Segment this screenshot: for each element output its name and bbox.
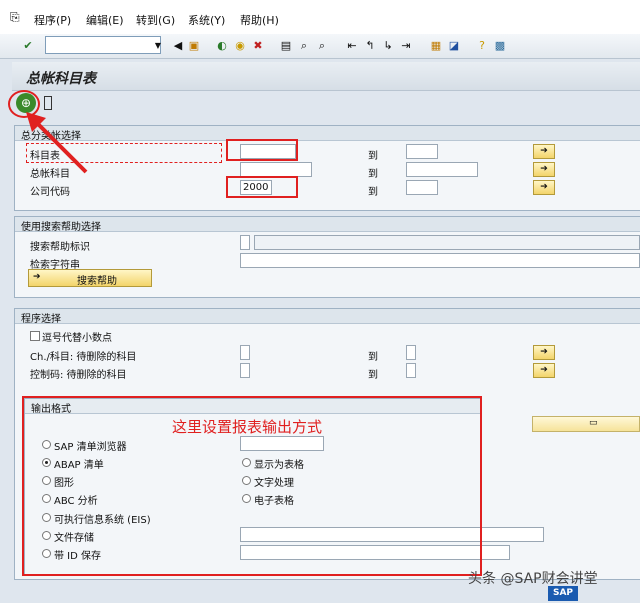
group-title: 使用搜索帮助选择 [21,222,101,233]
company-code-redbox [226,176,298,198]
label-to: 到 [368,187,378,198]
menu-program[interactable]: 程序(P) [34,12,71,28]
cancel-icon[interactable]: ✖ [250,38,266,54]
settings-icon[interactable]: ▩ [492,38,508,54]
title-bar [12,62,640,91]
ch-account-from-input[interactable] [240,345,250,360]
print-icon[interactable]: ▤ [278,38,294,54]
ch-account-to-input[interactable] [406,345,416,360]
chart-of-accounts-to-input[interactable] [406,144,438,159]
gl-account-to-input[interactable] [406,162,478,177]
menu-goto[interactable]: 转到(G) [136,12,175,28]
search-help-description [254,235,640,250]
previous-page-icon[interactable]: ↰ [362,38,378,54]
arrow-right-icon: ➔ [33,272,41,282]
enter-icon[interactable]: ✔ [20,38,36,54]
menu-bar: ⎘ 程序(P) 编辑(E) 转到(G) 系统(Y) 帮助(H) [0,0,640,35]
selection-options-icon[interactable] [44,96,52,110]
label-to: 到 [368,370,378,381]
label-to: 到 [368,151,378,162]
annotation-text: 这里设置报表输出方式 [172,418,323,436]
multiple-selection-button[interactable]: ➔ [533,144,555,159]
last-page-icon[interactable]: ⇥ [398,38,414,54]
group-title: 程序选择 [21,314,61,325]
save-icon[interactable]: ▣ [186,38,202,54]
menu-edit[interactable]: 编辑(E) [86,12,124,28]
label-comma-decimal: 逗号代替小数点 [42,333,112,344]
multiple-selection-button[interactable]: ➔ [533,180,555,195]
menu-system[interactable]: 系统(Y) [188,12,225,28]
search-string-input[interactable] [240,253,640,268]
find-icon[interactable]: ⌕ [296,38,312,54]
command-field[interactable] [45,36,161,54]
back-icon[interactable]: ◐ [214,38,230,54]
application-toolbar [12,91,640,117]
label-ch-account: Ch./科目: 待删除的科目 [30,352,137,363]
first-page-icon[interactable]: ⇤ [344,38,360,54]
gl-account-input[interactable] [240,162,312,177]
watermark-text: 头条 @SAP财会讲堂 [468,571,598,587]
search-help-button-label: 搜索帮助 [77,276,117,287]
label-to: 到 [368,169,378,180]
chart-of-accounts-redbox [226,139,298,161]
settings-icon: ▭ [589,418,598,428]
multiple-selection-button[interactable]: ➔ [533,363,555,378]
output-settings-button[interactable]: ▭ [532,416,640,432]
exit-icon[interactable]: ◉ [232,38,248,54]
multiple-selection-button[interactable]: ➔ [533,345,555,360]
collapse-icon[interactable]: ◀ [170,38,186,54]
help-icon[interactable]: ? [474,38,490,54]
multiple-selection-button[interactable]: ➔ [533,162,555,177]
sap-logo: SAP [548,586,578,601]
next-page-icon[interactable]: ↳ [380,38,396,54]
menu-help[interactable]: 帮助(H) [240,12,279,28]
menu-icon[interactable]: ⎘ [10,10,20,25]
label-company-code: 公司代码 [30,187,70,198]
control-key-to-input[interactable] [406,363,416,378]
shortcut-icon[interactable]: ◪ [446,38,462,54]
chevron-down-icon[interactable]: ▼ [150,38,166,54]
find-next-icon[interactable]: ⌕ [314,38,330,54]
comma-decimal-checkbox[interactable] [30,331,40,341]
label-search-help-id: 搜索帮助标识 [30,242,90,253]
new-session-icon[interactable]: ▦ [428,38,444,54]
search-help-id-input[interactable] [240,235,250,250]
label-control-key: 控制码: 待删除的科目 [30,370,127,381]
label-to: 到 [368,352,378,363]
company-code-to-input[interactable] [406,180,438,195]
control-key-from-input[interactable] [240,363,250,378]
search-help-button[interactable]: ➔ 搜索帮助 [28,269,152,287]
page-title: 总帐科目表 [26,71,96,87]
chart-of-accounts-highlight [26,143,222,163]
